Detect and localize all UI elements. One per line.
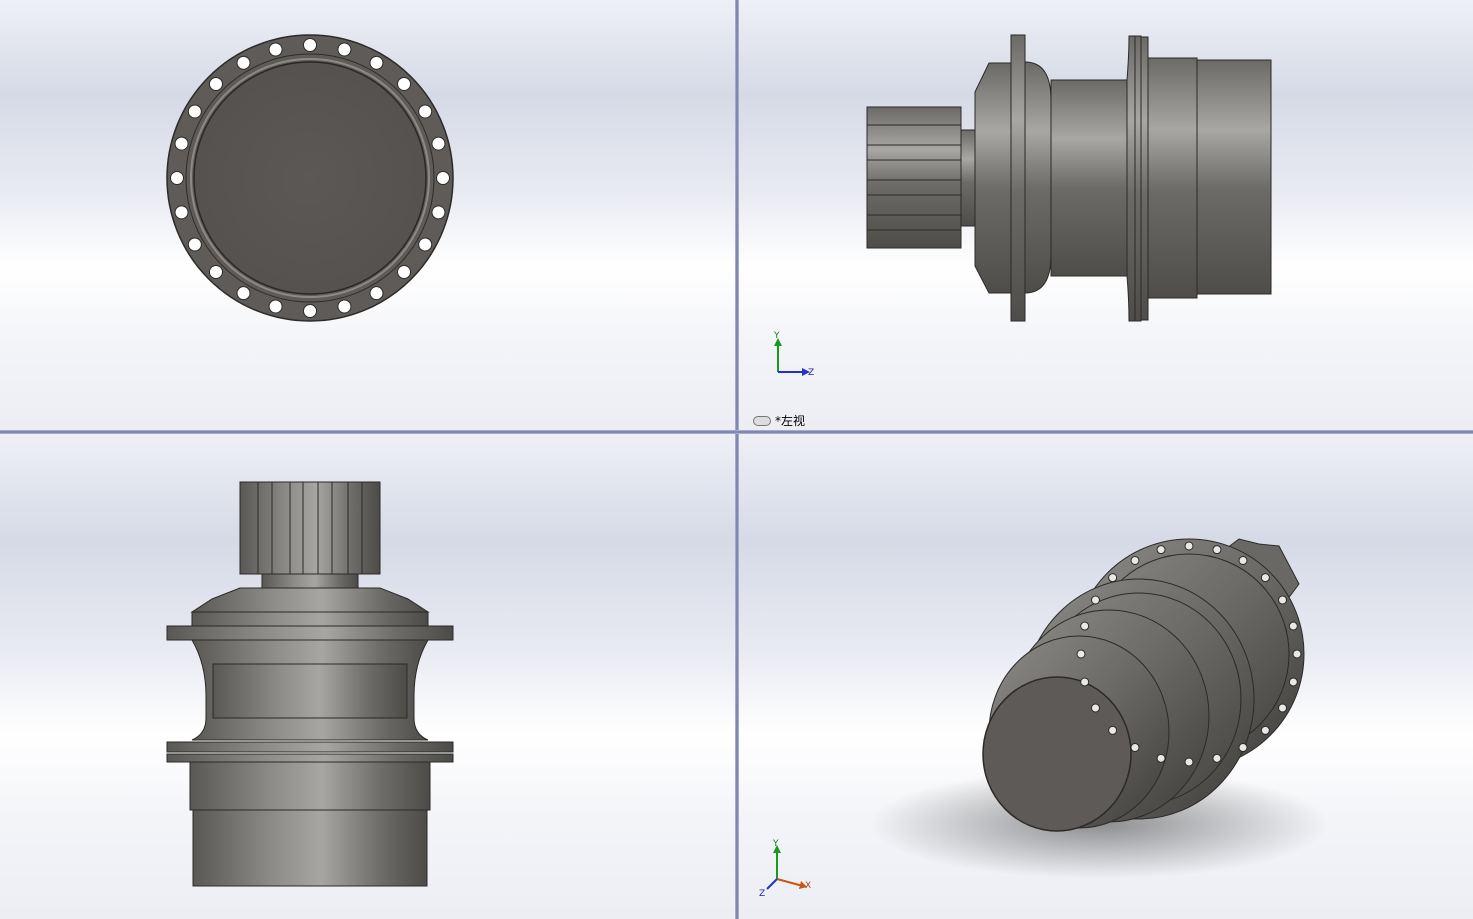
bolt-hole xyxy=(187,237,202,252)
camera-icon[interactable] xyxy=(753,415,771,426)
bolt-hole xyxy=(236,286,251,301)
bolt-hole xyxy=(431,136,446,151)
axis-y-label: Y xyxy=(773,331,780,341)
flange-front-model xyxy=(166,34,454,322)
bolt-hole xyxy=(418,237,433,252)
bolt-hole xyxy=(174,205,189,220)
axis-z-label: Z xyxy=(808,368,814,378)
bolt-hole xyxy=(436,171,450,185)
bolt-hole xyxy=(303,38,317,52)
bolt-hole xyxy=(397,76,412,91)
bolt-hole xyxy=(268,42,283,57)
bolt-hole xyxy=(208,265,223,280)
view-name-label: *左视 xyxy=(753,412,805,429)
bolt-hole xyxy=(236,55,251,70)
bolt-hole xyxy=(208,76,223,91)
bolt-hole xyxy=(303,304,317,318)
iso-axis-z-label: Z xyxy=(759,889,765,899)
iso-axis-y-label: Y xyxy=(772,839,779,849)
viewport-left-view[interactable]: Y Z *左视 xyxy=(739,0,1473,430)
bolt-hole xyxy=(187,104,202,119)
bolt-hole xyxy=(170,171,184,185)
viewport-divider-horizontal[interactable] xyxy=(0,430,1473,434)
view-title: *左视 xyxy=(775,414,806,428)
viewport-front[interactable] xyxy=(0,0,735,430)
bolt-hole xyxy=(369,286,384,301)
bolt-hole xyxy=(369,55,384,70)
iso-axis-x-label: X xyxy=(805,881,811,891)
viewport-top-view[interactable] xyxy=(0,434,735,919)
bolt-hole xyxy=(268,299,283,314)
axis-triad-iso: Y X Z xyxy=(759,839,811,899)
axis-triad: Y Z xyxy=(773,331,814,378)
top-view-model xyxy=(166,481,454,887)
bolt-hole xyxy=(337,42,352,57)
bolt-hole xyxy=(174,136,189,151)
bolt-hole xyxy=(418,104,433,119)
viewport-isometric[interactable]: Y X Z xyxy=(739,434,1473,919)
bolt-hole xyxy=(337,299,352,314)
bolt-hole xyxy=(397,265,412,280)
viewport-divider-vertical[interactable] xyxy=(735,0,739,919)
bolt-hole xyxy=(431,205,446,220)
